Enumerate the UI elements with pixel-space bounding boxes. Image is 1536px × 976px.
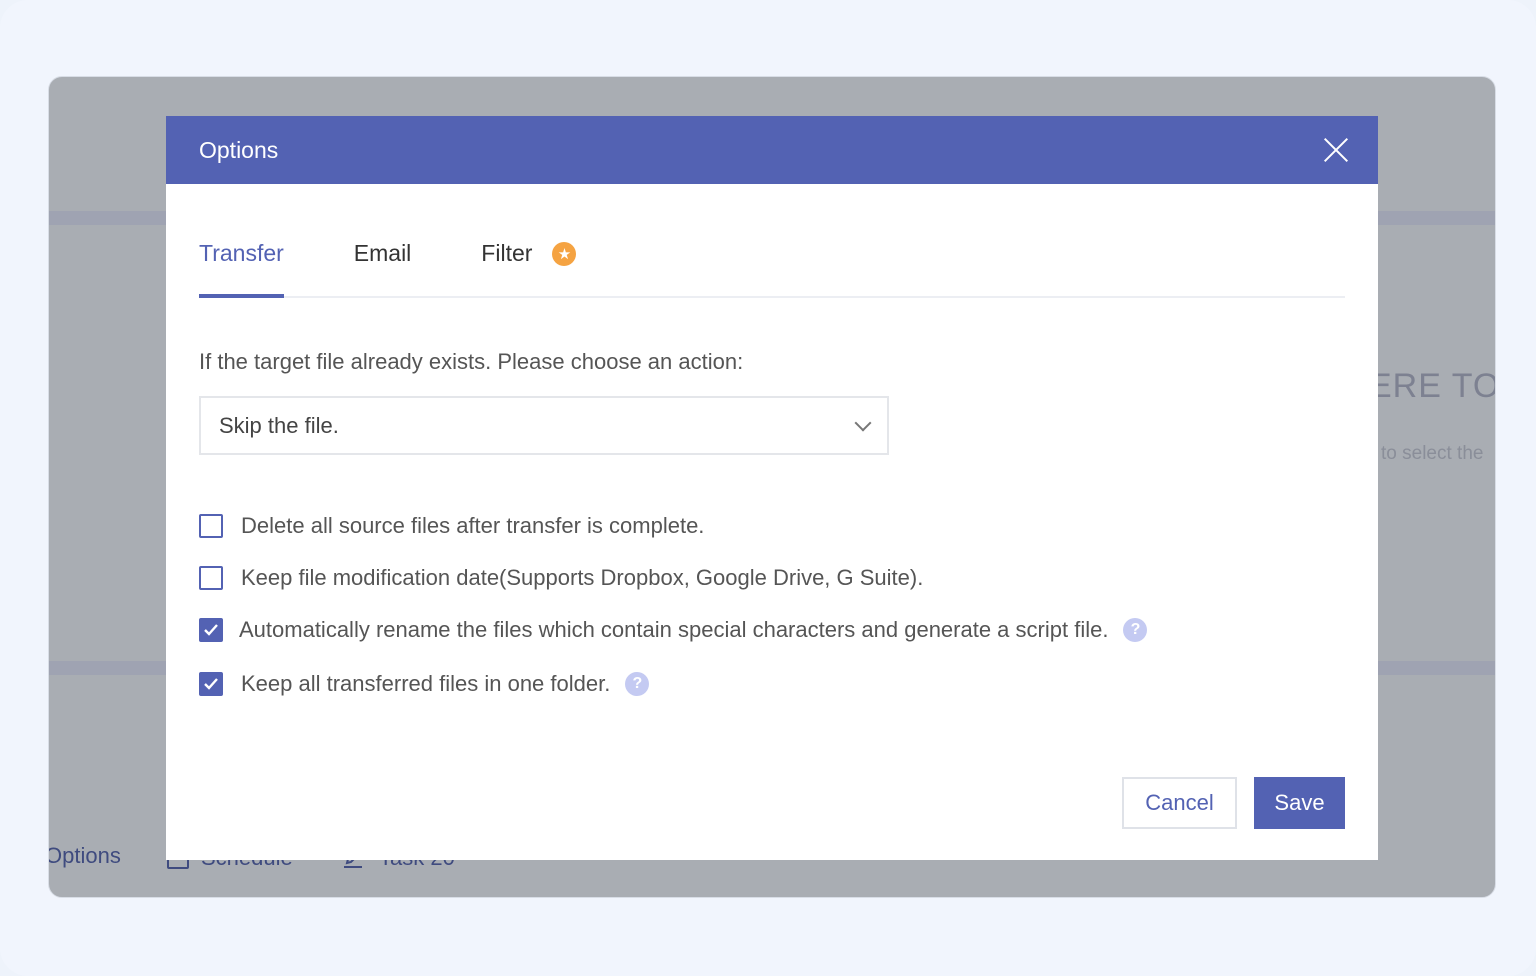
tab-transfer-label: Transfer [199, 240, 284, 266]
tab-bar: Transfer Email Filter ★ [199, 226, 1345, 298]
select-value: Skip the file. [219, 412, 339, 438]
option-label: Keep all transferred files in one folder… [241, 671, 611, 696]
checkbox-one-folder[interactable] [199, 672, 223, 696]
option-auto-rename[interactable]: Automatically rename the files which con… [199, 617, 1148, 643]
star-icon: ★ [552, 242, 577, 266]
option-label: Automatically rename the files which con… [239, 617, 1109, 642]
tab-filter-label: Filter [481, 240, 533, 266]
option-label: Keep file modification date(Supports Dro… [241, 565, 924, 590]
tab-email[interactable]: Email [354, 226, 412, 296]
tab-transfer[interactable]: Transfer [199, 226, 284, 298]
help-icon[interactable]: ? [625, 672, 650, 696]
background-heading-fragment: ERE TO [1369, 367, 1496, 405]
help-icon[interactable]: ? [1123, 618, 1148, 642]
dialog-title: Options [199, 136, 279, 163]
checkbox-delete-source[interactable] [199, 514, 223, 538]
checkbox-keep-modification-date[interactable] [199, 566, 223, 590]
option-delete-source[interactable]: Delete all source files after transfer i… [199, 513, 704, 539]
close-icon[interactable] [1322, 136, 1350, 164]
option-label: Delete all source files after transfer i… [241, 513, 705, 538]
background-options-link: Options [48, 843, 121, 868]
cancel-button[interactable]: Cancel [1122, 777, 1237, 829]
background-subtext-fragment: to select the [1381, 443, 1484, 464]
tab-email-label: Email [353, 240, 412, 266]
save-button[interactable]: Save [1254, 777, 1345, 829]
checkbox-auto-rename[interactable] [199, 618, 223, 642]
existing-file-question: If the target file already exists. Pleas… [199, 349, 744, 374]
options-dialog: Options Transfer Email Filter ★ If the t… [166, 116, 1378, 860]
option-one-folder[interactable]: Keep all transferred files in one folder… [199, 671, 650, 697]
tab-filter[interactable]: Filter ★ [481, 226, 577, 296]
existing-file-action-select[interactable]: Skip the file. [199, 396, 889, 455]
chevron-down-icon [854, 414, 872, 431]
option-keep-modification-date[interactable]: Keep file modification date(Supports Dro… [199, 565, 923, 591]
dialog-header: Options [166, 116, 1378, 184]
